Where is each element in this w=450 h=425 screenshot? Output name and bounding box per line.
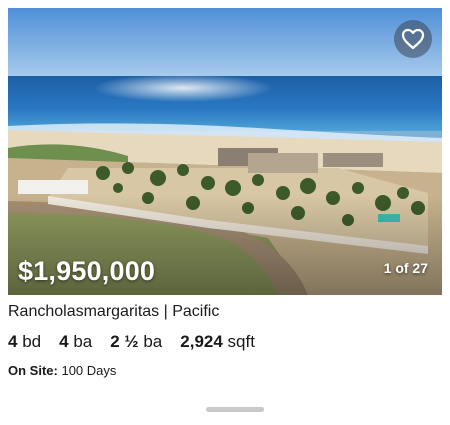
half-baths-unit: ba bbox=[143, 332, 163, 351]
area-unit: sqft bbox=[227, 332, 255, 351]
beds-unit: bd bbox=[22, 332, 42, 351]
baths-spec: 4 ba bbox=[59, 332, 92, 352]
on-site-label: On Site: bbox=[8, 363, 58, 378]
listing-photo[interactable]: $1,950,000 1 of 27 bbox=[8, 8, 442, 295]
favorite-button[interactable] bbox=[394, 20, 432, 58]
half-baths-value: 2 ½ bbox=[110, 332, 139, 351]
baths-unit: ba bbox=[73, 332, 93, 351]
photo-counter: 1 of 27 bbox=[383, 260, 428, 276]
area-value: 2,924 bbox=[180, 332, 223, 351]
half-baths-spec: 2 ½ ba bbox=[110, 332, 162, 352]
scroll-handle[interactable] bbox=[206, 407, 264, 412]
beds-value: 4 bbox=[8, 332, 18, 351]
area-spec: 2,924 sqft bbox=[180, 332, 255, 352]
baths-value: 4 bbox=[59, 332, 69, 351]
listing-price: $1,950,000 bbox=[18, 256, 156, 286]
days-on-site: On Site: 100 Days bbox=[8, 363, 116, 378]
heart-outline-icon bbox=[401, 28, 425, 50]
on-site-value: 100 Days bbox=[61, 363, 117, 378]
listing-card[interactable]: $1,950,000 1 of 27 Rancholasmargaritas |… bbox=[0, 0, 450, 425]
beds-spec: 4 bd bbox=[8, 332, 41, 352]
listing-specs: 4 bd 4 ba 2 ½ ba 2,924 sqft bbox=[8, 332, 255, 352]
aerial-beach-image bbox=[8, 8, 442, 295]
listing-location[interactable]: Rancholasmargaritas | Pacific bbox=[8, 303, 219, 321]
